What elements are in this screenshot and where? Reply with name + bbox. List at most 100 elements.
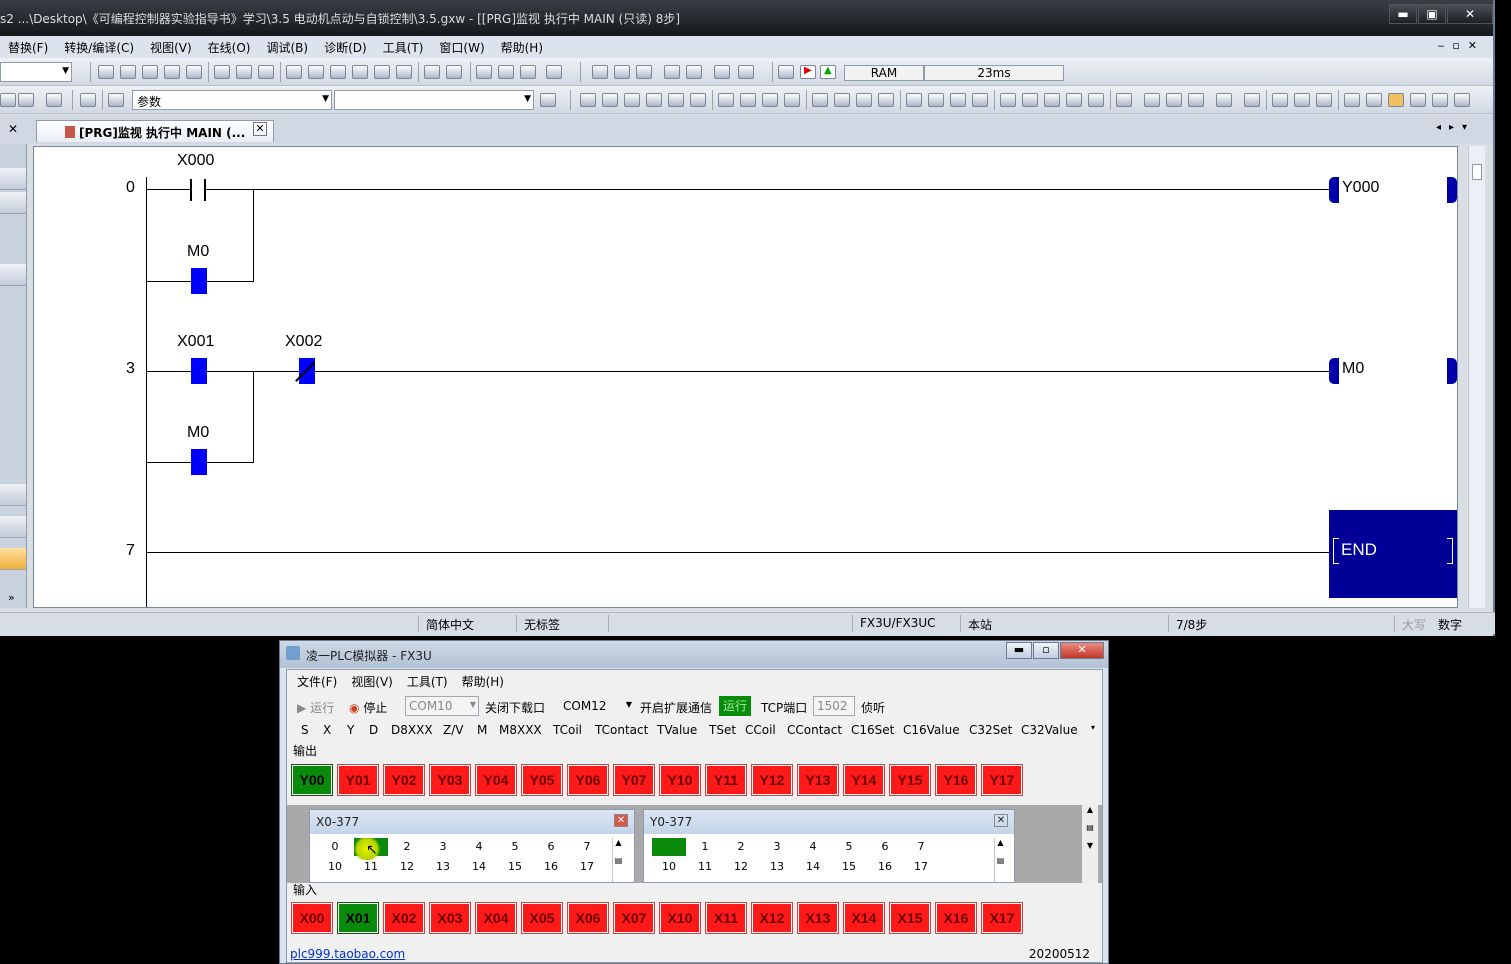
monitor-cell[interactable]: 15	[832, 858, 866, 876]
input-button-x17[interactable]: X17	[981, 902, 1023, 934]
monitor-write-icon[interactable]	[1410, 93, 1426, 107]
monitor-cell[interactable]: 17	[570, 858, 604, 876]
ladder-edit2-icon[interactable]	[1144, 93, 1160, 107]
monitor-cell[interactable]: 10	[652, 858, 686, 876]
output-button-y14[interactable]: Y14	[843, 764, 885, 796]
sim-menu-file[interactable]: 文件(F)	[293, 673, 347, 690]
chevron-down-icon[interactable]: »	[8, 591, 15, 604]
sim-minimize-button[interactable]: ▬	[1006, 642, 1032, 659]
coil-icon[interactable]	[668, 93, 684, 107]
monitor-cell[interactable]: 6	[534, 838, 568, 856]
menu-convert[interactable]: 转换/编译(C)	[56, 39, 142, 56]
monitor-cell[interactable]: 13	[426, 858, 460, 876]
dev-dropdown-icon[interactable]	[18, 93, 34, 107]
pulse-neg3-icon[interactable]	[950, 93, 966, 107]
monitor-cell[interactable]: 3	[760, 838, 794, 856]
panel-close-icon[interactable]: ✕	[8, 122, 18, 136]
minimize-button[interactable]: ▬	[1389, 4, 1417, 24]
menu-window[interactable]: 窗口(W)	[431, 39, 492, 56]
reg-tab[interactable]: M	[477, 723, 487, 737]
input-button-x02[interactable]: X02	[383, 902, 425, 934]
output-button-y00[interactable]: Y00	[291, 764, 333, 796]
ladder-tool6-icon[interactable]	[714, 65, 730, 79]
monitor-mode-icon[interactable]	[1388, 93, 1404, 107]
page-icon[interactable]	[540, 93, 556, 107]
contact-m0[interactable]	[191, 449, 207, 475]
closed-contact-icon[interactable]	[624, 93, 640, 107]
vertical-scrollbar[interactable]	[1468, 146, 1485, 608]
replace-icon[interactable]	[374, 65, 390, 79]
monitor-x-window[interactable]: X0-377✕ 012345671011121314151617 ▲▤ ↖	[309, 809, 635, 883]
tab-prg-main[interactable]: [PRG]监视 执行中 MAIN (... ✕	[36, 120, 274, 142]
input-button-x12[interactable]: X12	[751, 902, 793, 934]
comment-icon[interactable]	[476, 65, 492, 79]
nav-item[interactable]	[0, 484, 26, 506]
output-button-y03[interactable]: Y03	[429, 764, 471, 796]
monitor-cell[interactable]: 1	[688, 838, 722, 856]
search-combo[interactable]: ▼	[334, 90, 534, 110]
tcp-port-input[interactable]: 1502	[813, 696, 855, 716]
invert-icon[interactable]	[1044, 93, 1060, 107]
pulse-neg2-icon[interactable]	[928, 93, 944, 107]
stop-button[interactable]: ◉ 停止	[349, 699, 387, 716]
website-link[interactable]: plc999.taobao.com	[290, 947, 405, 961]
print-icon[interactable]	[1432, 93, 1448, 107]
scrollbar[interactable]: ▲ ▤	[994, 838, 1006, 882]
sim-menu-help[interactable]: 帮助(H)	[458, 673, 514, 690]
parallel-rising-icon[interactable]	[856, 93, 872, 107]
reg-tab[interactable]: C16Value	[903, 723, 960, 737]
monitor-cell[interactable]: 17	[904, 858, 938, 876]
plc-status-icon[interactable]	[778, 65, 794, 79]
reg-tab[interactable]: D	[369, 723, 378, 737]
mdi-controls-icon[interactable]: ‒▫✕	[1437, 39, 1485, 52]
sim-menu-view[interactable]: 视图(V)	[347, 673, 403, 690]
reg-tab[interactable]: D8XXX	[391, 723, 433, 737]
device-list-icon[interactable]	[258, 65, 274, 79]
ladder-tool2-icon[interactable]	[614, 65, 630, 79]
monitor-cell[interactable]: 16	[534, 858, 568, 876]
reg-tab[interactable]: C32Value	[1021, 723, 1078, 737]
delete-line-icon[interactable]	[1088, 93, 1104, 107]
binoculars-icon[interactable]	[108, 93, 124, 107]
output-button-y12[interactable]: Y12	[751, 764, 793, 796]
dev-icon[interactable]	[0, 93, 16, 107]
contact-m0-selfhold[interactable]	[191, 268, 207, 294]
monitor-cell[interactable]: 13	[760, 858, 794, 876]
nav-item-active[interactable]	[0, 548, 26, 570]
tab-close-icon[interactable]: ✕	[253, 122, 267, 136]
ladder-tool7-icon[interactable]	[738, 65, 754, 79]
monitor-cell[interactable]: 2	[724, 838, 758, 856]
ladder-edit-icon[interactable]	[1116, 93, 1132, 107]
reg-tab[interactable]: TValue	[657, 723, 697, 737]
parallel-closed-contact-icon[interactable]	[646, 93, 662, 107]
ladder-editor[interactable]: 0 X000 M0 Y000 3 X001 X002 M0 M0 7 END	[33, 146, 1458, 608]
open-contact-icon[interactable]	[580, 93, 596, 107]
monitor-cell[interactable]: 5	[498, 838, 532, 856]
monitor-cell[interactable]: 11	[688, 858, 722, 876]
paste-icon[interactable]	[142, 65, 158, 79]
input-button-x03[interactable]: X03	[429, 902, 471, 934]
delete-hline-icon[interactable]	[762, 93, 778, 107]
network2-icon[interactable]	[1366, 93, 1382, 107]
parallel-open-contact-icon[interactable]	[602, 93, 618, 107]
output-button-y11[interactable]: Y11	[705, 764, 747, 796]
output-button-y13[interactable]: Y13	[797, 764, 839, 796]
reg-tab[interactable]: CCoil	[745, 723, 776, 737]
monitor-y-window[interactable]: Y0-377 ✕ 0 1 2 3 4 5 6 7 10 11 12 13 14 15 16 17 ▲ ▤	[643, 809, 1015, 883]
close-download-button[interactable]: 关闭下载口	[485, 699, 545, 716]
note-icon[interactable]	[520, 65, 536, 79]
search-icon[interactable]	[352, 65, 368, 79]
monitor-cell[interactable]: 4	[796, 838, 830, 856]
monitor-cell[interactable]: 6	[868, 838, 902, 856]
reg-tab[interactable]: TContact	[595, 723, 648, 737]
menu-diagnose[interactable]: 诊断(D)	[316, 39, 375, 56]
parallel-falling-icon[interactable]	[878, 93, 894, 107]
filter-icon[interactable]	[46, 93, 62, 107]
input-button-x10[interactable]: X10	[659, 902, 701, 934]
ext-comm-button[interactable]: 开启扩展通信	[640, 699, 712, 716]
monitor-cell[interactable]: 3	[426, 838, 460, 856]
write-plc-icon[interactable]	[308, 65, 324, 79]
monitor-scrollbar[interactable]: ▲ ▤ ▼	[1082, 805, 1098, 883]
ladder-edit4-icon[interactable]	[1188, 93, 1204, 107]
zoom3-icon[interactable]	[1316, 93, 1332, 107]
